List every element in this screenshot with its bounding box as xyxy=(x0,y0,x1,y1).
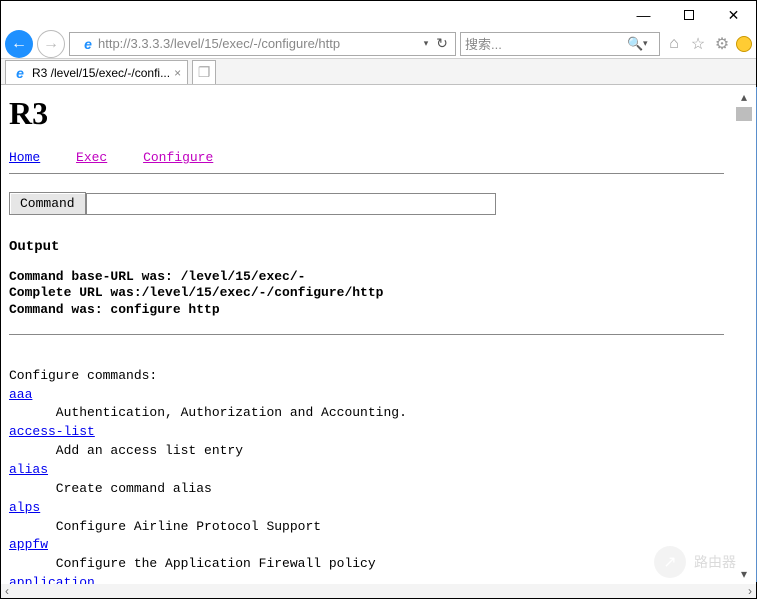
settings-gear-icon[interactable]: ⚙ xyxy=(712,34,732,54)
page-nav-links: Home Exec Configure xyxy=(9,150,724,165)
feedback-smiley-icon[interactable] xyxy=(736,36,752,52)
cmd-link-aaa[interactable]: aaa xyxy=(9,387,32,402)
command-button[interactable]: Command xyxy=(9,192,86,215)
command-row: Command xyxy=(9,192,724,215)
divider xyxy=(9,173,724,174)
cmd-link-alps[interactable]: alps xyxy=(9,500,40,515)
address-bar[interactable]: e http://3.3.3.3/level/15/exec/-/configu… xyxy=(69,32,456,56)
cmd-link-application[interactable]: application xyxy=(9,575,95,584)
scroll-up-icon[interactable]: ▴ xyxy=(736,89,752,105)
vertical-scrollbar[interactable]: ▴ ▾ xyxy=(732,87,756,584)
output-header: Output xyxy=(9,239,724,255)
page-title: R3 xyxy=(9,95,724,132)
link-home[interactable]: Home xyxy=(9,150,40,165)
scroll-track[interactable] xyxy=(736,121,752,566)
scroll-right-icon[interactable]: › xyxy=(748,584,752,598)
commands-section: Configure commands: aaa Authentication, … xyxy=(9,367,724,584)
search-bar[interactable]: 搜索... 🔍 ▾ xyxy=(460,32,660,56)
nav-forward-button[interactable]: → xyxy=(37,30,65,58)
link-configure[interactable]: Configure xyxy=(143,150,213,165)
cmd-link-access-list[interactable]: access-list xyxy=(9,424,95,439)
tab-active[interactable]: e R3 /level/15/exec/-/confi... × xyxy=(5,60,188,84)
window-minimize-button[interactable]: — xyxy=(621,1,666,29)
output-block: Command base-URL was: /level/15/exec/- C… xyxy=(9,269,724,318)
window-maximize-button[interactable] xyxy=(666,1,711,29)
cmd-link-alias[interactable]: alias xyxy=(9,462,48,477)
content-viewport: R3 Home Exec Configure Command Output Co… xyxy=(1,87,756,584)
home-icon[interactable]: ⌂ xyxy=(664,34,684,54)
url-text: http://3.3.3.3/level/15/exec/-/configure… xyxy=(98,36,419,51)
url-dropdown-icon[interactable]: ▾ xyxy=(419,38,433,49)
watermark-icon: ↗ xyxy=(654,546,686,578)
watermark: ↗ 路由器 xyxy=(654,546,736,578)
search-dropdown-icon[interactable]: ▾ xyxy=(643,38,655,49)
favorites-icon[interactable]: ☆ xyxy=(688,34,708,54)
nav-back-button[interactable]: ← xyxy=(5,30,33,58)
scroll-down-icon[interactable]: ▾ xyxy=(736,566,752,582)
scroll-left-icon[interactable]: ‹ xyxy=(5,584,9,598)
page-content: R3 Home Exec Configure Command Output Co… xyxy=(1,87,732,584)
command-input[interactable] xyxy=(86,193,496,215)
window-titlebar: — ✕ xyxy=(1,1,756,29)
browser-navbar: ← → e http://3.3.3.3/level/15/exec/-/con… xyxy=(1,29,756,59)
new-tab-icon: ❐ xyxy=(198,64,211,81)
tab-close-icon[interactable]: × xyxy=(174,66,181,80)
horizontal-scrollbar[interactable]: ‹ › xyxy=(1,584,756,598)
new-tab-button[interactable]: ❐ xyxy=(192,60,216,84)
scroll-thumb[interactable] xyxy=(736,107,752,121)
tab-title: R3 /level/15/exec/-/confi... xyxy=(32,66,170,80)
tab-bar: e R3 /level/15/exec/-/confi... × ❐ xyxy=(1,59,756,85)
divider-2 xyxy=(9,334,724,335)
window-close-button[interactable]: ✕ xyxy=(711,1,756,29)
search-icon[interactable]: 🔍 xyxy=(627,36,643,52)
ie-logo-icon: e xyxy=(80,36,96,52)
cmd-link-appfw[interactable]: appfw xyxy=(9,537,48,552)
tab-favicon: e xyxy=(12,65,28,81)
search-placeholder: 搜索... xyxy=(465,34,627,53)
watermark-text: 路由器 xyxy=(694,552,736,572)
link-exec[interactable]: Exec xyxy=(76,150,107,165)
refresh-icon[interactable]: ↻ xyxy=(433,35,451,52)
